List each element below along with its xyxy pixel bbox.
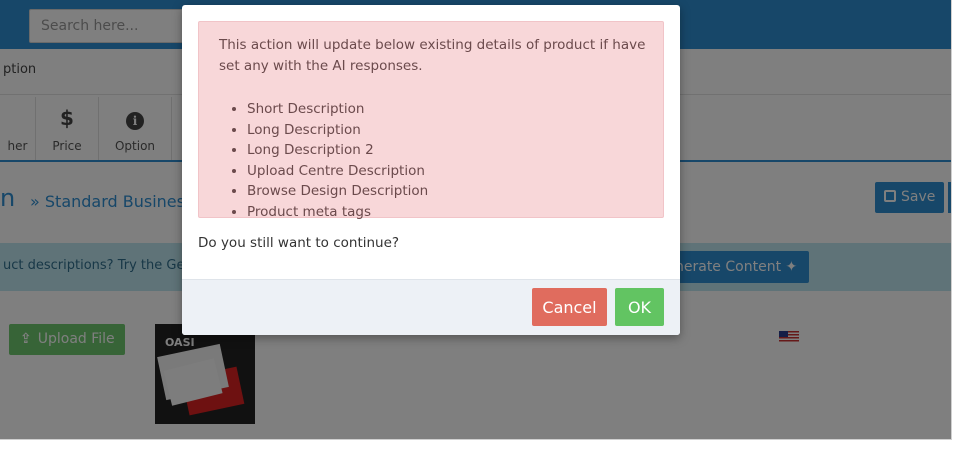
affected-fields-list: Short Description Long Description Long … [247, 99, 428, 223]
confirm-dialog: This action will update below existing d… [182, 5, 680, 335]
list-item: Product meta tags [247, 202, 428, 223]
app-window: Search here... ption her $ Price i Optio… [0, 0, 952, 440]
confirm-question: Do you still want to continue? [198, 235, 400, 251]
list-item: Short Description [247, 99, 428, 120]
list-item: Long Description [247, 120, 428, 141]
list-item: Upload Centre Description [247, 161, 428, 182]
alert-message: This action will update below existing d… [219, 37, 646, 74]
warning-alert: This action will update below existing d… [198, 21, 664, 220]
cancel-button[interactable]: Cancel [532, 288, 607, 326]
list-item: Long Description 2 [247, 140, 428, 161]
list-item: Browse Design Description [247, 181, 428, 202]
ok-button[interactable]: OK [615, 288, 664, 326]
